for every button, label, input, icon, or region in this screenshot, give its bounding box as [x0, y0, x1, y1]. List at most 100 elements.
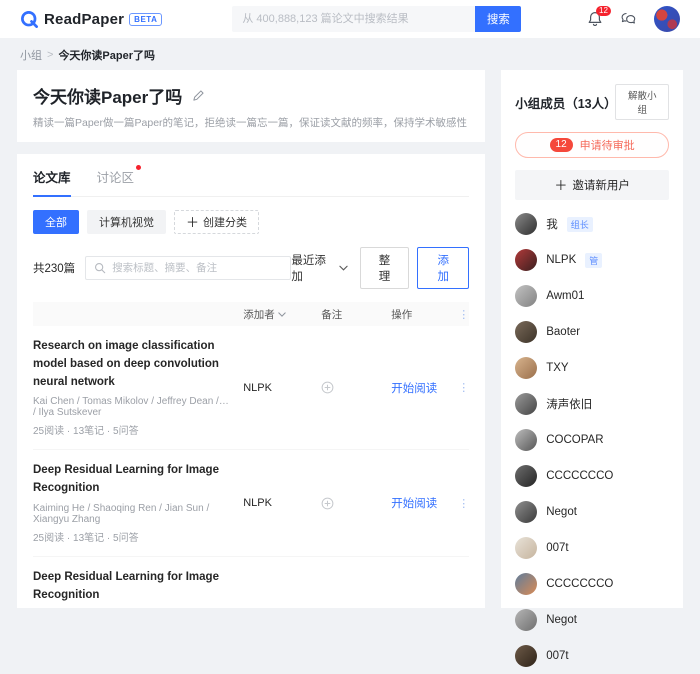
tab-discussion[interactable]: 讨论区 — [96, 165, 142, 196]
paper-note-cell[interactable] — [321, 381, 391, 394]
global-search: 搜索 — [232, 6, 522, 32]
member-avatar — [515, 429, 538, 451]
member-avatar — [515, 249, 538, 271]
user-avatar[interactable] — [654, 6, 680, 32]
member-name: Negot — [546, 614, 577, 626]
header-actions: 12 — [587, 6, 680, 32]
unread-dot — [136, 165, 142, 170]
column-action: 操作 — [391, 308, 413, 321]
member-list: 我 组长 NLPK 管 Awm01 Baoter TXY 涛声依旧 COCOPA… — [515, 206, 669, 674]
paper-more-icon[interactable]: ⋮ — [455, 381, 469, 394]
member-row[interactable]: COCOPAR — [515, 422, 669, 458]
member-name: CCCCCCCO — [546, 578, 614, 590]
tab-paper-library-label: 论文库 — [33, 171, 71, 185]
notifications-button[interactable]: 12 — [587, 6, 611, 27]
member-avatar — [515, 213, 538, 235]
breadcrumb-groups-link[interactable]: 小组 — [20, 47, 42, 63]
start-reading-link[interactable]: 开始阅读 — [391, 498, 437, 510]
paper-title[interactable]: Deep Residual Learning for Image Recogni… — [33, 462, 229, 498]
messages-button[interactable] — [620, 11, 637, 27]
edit-title-button[interactable] — [192, 89, 205, 102]
member-row[interactable]: Baoter — [515, 314, 669, 350]
member-avatar — [515, 501, 538, 523]
group-header-card: 今天你读Paper了吗 精读一篇Paper做一篇Paper的笔记，拒绝读一篇忘一… — [17, 70, 486, 142]
member-row[interactable]: 007t — [515, 530, 669, 566]
main-column: 今天你读Paper了吗 精读一篇Paper做一篇Paper的笔记，拒绝读一篇忘一… — [17, 70, 486, 608]
page-content: 今天你读Paper了吗 精读一篇Paper做一篇Paper的笔记，拒绝读一篇忘一… — [0, 70, 700, 667]
create-category-label: 创建分类 — [203, 217, 248, 229]
paper-row: Deep Residual Learning for Image Recogni… — [33, 557, 469, 608]
category-chip-all[interactable]: 全部 — [33, 210, 79, 234]
paper-stats: 25阅读 · 13笔记 · 5问答 — [33, 426, 139, 438]
member-avatar — [515, 465, 538, 487]
member-row[interactable]: NLPK 管 — [515, 242, 669, 278]
global-search-input[interactable] — [232, 6, 476, 32]
paper-info: Research on image classification model b… — [33, 338, 243, 437]
readpaper-logo[interactable]: ReadPaper BETA — [20, 10, 163, 29]
column-adder[interactable]: 添加者 — [243, 307, 321, 322]
circled-plus-icon — [321, 381, 334, 394]
paper-authors: Kaiming He / Shaoqing Ren / Jian Sun / X… — [33, 503, 210, 526]
paper-title[interactable]: Research on image classification model b… — [33, 338, 229, 391]
organize-button[interactable]: 整理 — [359, 247, 410, 289]
table-header: 添加者 备注 操作 ⋮ — [33, 302, 470, 326]
column-adder-label: 添加者 — [243, 308, 275, 321]
disband-group-button[interactable]: 解散小组 — [615, 84, 669, 120]
tab-bar: 论文库 讨论区 — [33, 154, 470, 197]
app-header: ReadPaper BETA 搜索 12 — [0, 0, 700, 38]
notification-badge: 12 — [596, 6, 611, 16]
sort-dropdown[interactable]: 最近添加 — [291, 252, 348, 284]
chat-bubbles-icon — [621, 12, 636, 24]
member-row[interactable]: 007t — [515, 638, 669, 674]
readpaper-logo-icon — [21, 10, 38, 28]
paper-search-box — [85, 256, 292, 280]
members-panel-title: 小组成员（13人） — [515, 96, 617, 111]
member-avatar — [515, 609, 538, 631]
tab-discussion-label: 讨论区 — [96, 171, 135, 185]
member-avatar — [515, 285, 538, 307]
member-row[interactable]: 我 组长 — [515, 206, 669, 242]
member-row[interactable]: CCCCCCCO — [515, 458, 669, 494]
category-chip-cv[interactable]: 计算机视觉 — [87, 210, 166, 234]
member-name: NLPK — [546, 254, 577, 266]
add-paper-button[interactable]: 添加 — [417, 247, 470, 289]
search-icon — [95, 262, 106, 274]
category-filter-bar: 全部 计算机视觉 ＋ 创建分类 — [33, 210, 469, 234]
paper-title[interactable]: Deep Residual Learning for Image Recogni… — [33, 569, 229, 605]
invite-user-button[interactable]: ＋ 邀请新用户 — [515, 170, 669, 200]
paper-search-input[interactable] — [112, 262, 283, 274]
member-row[interactable]: Negot — [515, 602, 669, 638]
member-name: Awm01 — [546, 290, 585, 302]
paper-note-cell[interactable] — [321, 497, 391, 510]
tab-paper-library[interactable]: 论文库 — [33, 167, 71, 197]
member-name: Baoter — [546, 326, 581, 338]
chevron-down-icon — [338, 265, 348, 271]
sort-label: 最近添加 — [291, 255, 326, 283]
member-name: CCCCCCCO — [546, 470, 614, 482]
member-name: Negot — [546, 506, 577, 518]
paper-more-icon[interactable]: ⋮ — [455, 497, 469, 510]
member-name: 007t — [546, 650, 569, 662]
member-avatar — [515, 573, 538, 595]
paper-list: Research on image classification model b… — [33, 326, 470, 608]
pending-approvals-button[interactable]: 12 申请待审批 — [515, 132, 669, 158]
member-row[interactable]: Awm01 — [515, 278, 669, 314]
pencil-icon — [193, 90, 204, 101]
start-reading-link[interactable]: 开始阅读 — [391, 383, 437, 395]
member-name: 涛声依旧 — [546, 399, 593, 411]
member-role-badge: 组长 — [566, 216, 593, 232]
global-search-button[interactable]: 搜索 — [475, 6, 522, 32]
member-row[interactable]: Negot — [515, 494, 669, 530]
table-settings-icon[interactable]: ⋮ — [455, 308, 469, 321]
member-name: TXY — [546, 362, 569, 374]
paper-adder: NLPK — [243, 381, 272, 394]
member-name: 007t — [546, 542, 569, 554]
create-category-button[interactable]: ＋ 创建分类 — [174, 210, 260, 234]
beta-badge: BETA — [129, 12, 163, 26]
member-row[interactable]: 涛声依旧 — [515, 386, 669, 422]
paper-count: 共230篇 — [33, 263, 76, 275]
member-row[interactable]: CCCCCCCO — [515, 566, 669, 602]
members-panel: 小组成员（13人） 解散小组 12 申请待审批 ＋ 邀请新用户 我 组长 NLP… — [501, 70, 683, 667]
paper-authors: Kai Chen / Tomas Mikolov / Jeffrey Dean … — [33, 396, 229, 419]
member-row[interactable]: TXY — [515, 350, 669, 386]
